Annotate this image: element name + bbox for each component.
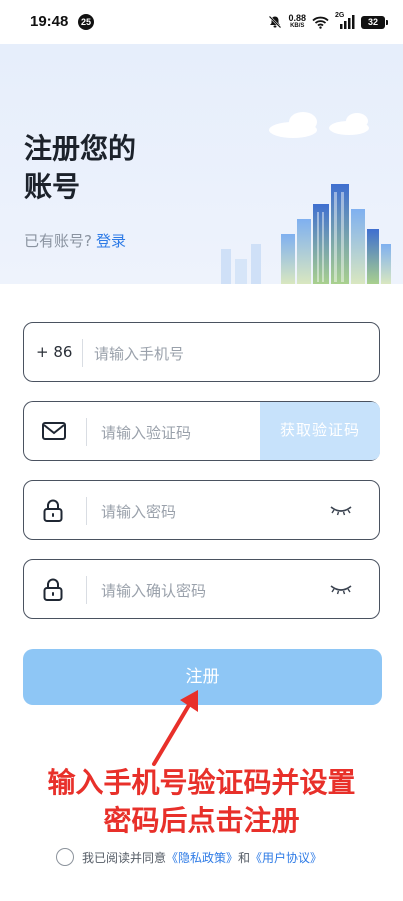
title-line-2: 账号 — [24, 170, 81, 203]
login-prompt: 已有账号? 登录 — [24, 230, 126, 251]
password-input[interactable]: 请输入密码 — [101, 501, 176, 522]
privacy-policy-link[interactable]: 《隐私政策》 — [166, 849, 238, 866]
confirm-password-input[interactable]: 请输入确认密码 — [101, 580, 206, 601]
hero-banner: 注册您的 账号 已有账号? 登录 — [0, 44, 403, 284]
country-code-prefix[interactable]: + 86 — [36, 343, 72, 361]
agreement-radio[interactable] — [56, 848, 74, 866]
net-speed-unit: KB/S — [290, 23, 305, 29]
city-skyline-illustration — [221, 184, 391, 284]
net-speed: 0.88 KB/S — [288, 14, 306, 30]
agreement-prefix: 我已阅读并同意 — [82, 850, 167, 865]
envelope-icon — [42, 422, 66, 440]
annotation-line-2: 密码后点击注册 — [103, 804, 300, 837]
annotation-line-1: 输入手机号验证码并设置 — [47, 766, 356, 799]
user-agreement-link[interactable]: 《用户协议》 — [250, 849, 322, 866]
status-icons: 0.88 KB/S 2G 32 — [268, 12, 388, 32]
password-field[interactable]: 请输入密码 — [23, 480, 380, 540]
get-code-button[interactable]: 获取验证码 — [260, 402, 380, 460]
divider — [82, 339, 83, 367]
eye-closed-icon[interactable] — [329, 582, 353, 596]
agreement-and: 和 — [238, 850, 251, 865]
net-speed-value: 0.88 — [288, 13, 306, 23]
cell-signal: 2G — [335, 12, 355, 29]
status-time: 19:48 — [30, 13, 69, 30]
has-account-text: 已有账号? — [24, 232, 92, 250]
clouds-illustration — [269, 112, 369, 138]
lock-icon — [43, 578, 63, 601]
eye-closed-icon[interactable] — [329, 503, 353, 517]
battery-icon: 32 — [361, 15, 388, 29]
wifi-icon — [312, 16, 329, 29]
instruction-annotation: 输入手机号验证码并设置 密码后点击注册 — [0, 764, 403, 840]
login-link[interactable]: 登录 — [96, 232, 126, 250]
verification-code-input[interactable]: 请输入验证码 — [101, 422, 191, 443]
phone-input[interactable]: 请输入手机号 — [94, 343, 184, 364]
divider — [86, 418, 87, 446]
phone-field[interactable]: + 86 请输入手机号 — [23, 322, 380, 382]
arrow-annotation-icon — [152, 690, 198, 766]
agreement-row: 我已阅读并同意 《隐私政策》 和 《用户协议》 — [56, 848, 322, 866]
lock-icon — [43, 499, 63, 522]
mute-bell-icon — [269, 15, 282, 29]
divider — [86, 497, 87, 525]
page-title: 注册您的 账号 — [24, 130, 136, 206]
title-line-1: 注册您的 — [24, 132, 137, 165]
divider — [86, 576, 87, 604]
signal-bars-icon — [340, 15, 355, 29]
confirm-password-field[interactable]: 请输入确认密码 — [23, 559, 380, 619]
status-bar: 19:48 25 0.88 KB/S 2G 32 — [0, 0, 403, 44]
verification-code-field[interactable]: 请输入验证码 获取验证码 — [23, 401, 380, 461]
notification-count-badge: 25 — [78, 14, 94, 30]
